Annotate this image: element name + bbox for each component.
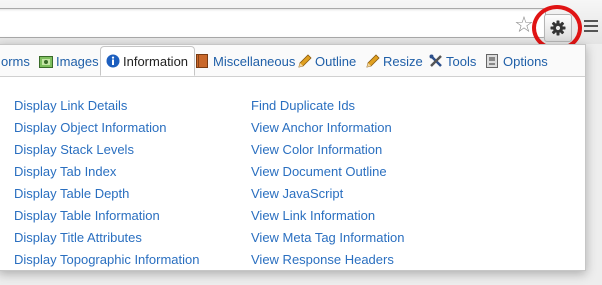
menu-item-display-table-depth[interactable]: Display Table Depth bbox=[14, 183, 199, 205]
tab-label: Information bbox=[123, 54, 189, 69]
pencil-icon bbox=[366, 50, 380, 68]
tab-forms[interactable]: orms bbox=[1, 48, 30, 75]
menu-item-display-topographic-information[interactable]: Display Topographic Information bbox=[14, 249, 199, 271]
tab-strip: orms Images Information Miscellaneous Ou… bbox=[0, 45, 585, 77]
menu-item-view-link-information[interactable]: View Link Information bbox=[251, 205, 404, 227]
browser-menu-icon[interactable] bbox=[584, 20, 598, 34]
book-icon bbox=[196, 50, 210, 68]
menu-item-view-document-outline[interactable]: View Document Outline bbox=[251, 161, 404, 183]
menu-item-view-anchor-information[interactable]: View Anchor Information bbox=[251, 117, 404, 139]
information-icon bbox=[106, 49, 120, 68]
menu-column-left: Display Link Details Display Object Info… bbox=[14, 95, 199, 271]
gear-icon bbox=[550, 20, 566, 36]
tab-label: Tools bbox=[446, 54, 477, 69]
web-developer-gear-button[interactable] bbox=[544, 14, 572, 42]
tools-icon bbox=[429, 50, 443, 67]
tab-images[interactable]: Images bbox=[39, 48, 99, 75]
tab-label: Miscellaneous bbox=[213, 54, 296, 69]
menu-item-view-response-headers[interactable]: View Response Headers bbox=[251, 249, 404, 271]
tab-label: Images bbox=[56, 54, 99, 69]
tab-resize[interactable]: Resize bbox=[366, 48, 423, 75]
menu-item-find-duplicate-ids[interactable]: Find Duplicate Ids bbox=[251, 95, 404, 117]
menu-item-display-table-information[interactable]: Display Table Information bbox=[14, 205, 199, 227]
options-icon bbox=[486, 50, 500, 68]
menu-item-display-title-attributes[interactable]: Display Title Attributes bbox=[14, 227, 199, 249]
menu-item-view-meta-tag-information[interactable]: View Meta Tag Information bbox=[251, 227, 404, 249]
tab-tools[interactable]: Tools bbox=[429, 48, 476, 75]
pencil-icon bbox=[298, 50, 312, 68]
bookmark-star-icon[interactable]: ☆ bbox=[512, 15, 536, 37]
menu-column-right: Find Duplicate Ids View Anchor Informati… bbox=[251, 95, 404, 271]
tab-miscellaneous[interactable]: Miscellaneous bbox=[196, 48, 295, 75]
menu-item-display-link-details[interactable]: Display Link Details bbox=[14, 95, 199, 117]
tab-label: orms bbox=[1, 54, 30, 69]
menu-item-view-color-information[interactable]: View Color Information bbox=[251, 139, 404, 161]
images-icon bbox=[39, 50, 53, 68]
menu-item-display-tab-index[interactable]: Display Tab Index bbox=[14, 161, 199, 183]
address-bar[interactable] bbox=[0, 8, 546, 38]
tab-information[interactable]: Information bbox=[100, 46, 196, 76]
browser-toolbar: ☆ bbox=[0, 0, 602, 51]
menu-item-display-object-information[interactable]: Display Object Information bbox=[14, 117, 199, 139]
tab-options[interactable]: Options bbox=[486, 48, 548, 75]
tab-label: Outline bbox=[315, 54, 357, 69]
menu-item-display-stack-levels[interactable]: Display Stack Levels bbox=[14, 139, 199, 161]
tab-label: Resize bbox=[383, 54, 423, 69]
web-developer-dropdown-panel: orms Images Information Miscellaneous Ou… bbox=[0, 44, 586, 271]
menu-item-view-javascript[interactable]: View JavaScript bbox=[251, 183, 404, 205]
tab-label: Options bbox=[503, 54, 548, 69]
tab-outline[interactable]: Outline bbox=[298, 48, 356, 75]
